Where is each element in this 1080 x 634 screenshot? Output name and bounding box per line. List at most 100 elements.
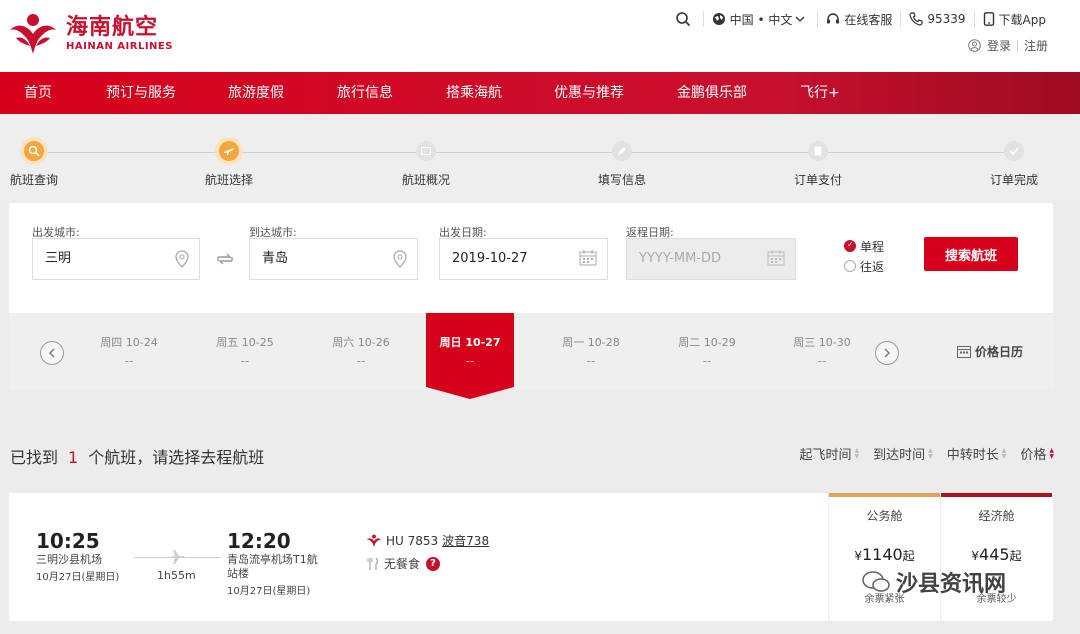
nav-item-offers[interactable]: 优惠与推荐 bbox=[554, 72, 624, 114]
download-app-label: 下载App bbox=[998, 12, 1046, 27]
help-icon[interactable]: ? bbox=[426, 556, 441, 571]
cutlery-icon bbox=[367, 557, 379, 570]
nav-item-fortune-wings-club[interactable]: 金鹏俱乐部 bbox=[677, 72, 747, 114]
plane-step-icon bbox=[219, 141, 239, 161]
trip-type-oneway[interactable]: 单程 bbox=[844, 236, 884, 256]
nav-item-fly-plus[interactable]: 飞行+ bbox=[800, 72, 840, 114]
step-payment: 订单支付 bbox=[778, 141, 858, 188]
depart-date-input[interactable]: 2019-10-27 bbox=[439, 238, 608, 280]
brand-name-en: HAINAN AIRLINES bbox=[66, 41, 173, 52]
step-label: 航班查询 bbox=[9, 173, 58, 187]
result-suffix: 个航班，请选择去程航班 bbox=[88, 448, 265, 467]
business-class-option[interactable]: 公务舱 ¥1140起 余票紧张 bbox=[828, 493, 940, 621]
nav-item-booking[interactable]: 预订与服务 bbox=[106, 72, 176, 114]
date-cell[interactable]: 周五 10-25 -- bbox=[201, 313, 289, 390]
mobile-icon bbox=[983, 12, 994, 26]
price-calendar-link[interactable]: 价格日历 bbox=[957, 343, 1023, 360]
date-label: 周二 10-29 bbox=[678, 336, 736, 349]
date-price: -- bbox=[817, 354, 827, 368]
step-flight-search: 航班查询 bbox=[0, 141, 74, 188]
departure-time: 10:25 bbox=[36, 529, 100, 553]
step-flight-select: 航班选择 bbox=[189, 141, 269, 188]
hotline-link[interactable]: 95339 bbox=[900, 11, 973, 27]
brand-name-cn: 海南航空 bbox=[66, 15, 159, 40]
step-label: 航班选择 bbox=[204, 173, 253, 187]
price-calendar-label: 价格日历 bbox=[975, 345, 1024, 359]
logo[interactable]: 海南航空 HAINAN AIRLINES bbox=[8, 12, 173, 56]
calendar-icon bbox=[579, 250, 597, 266]
chevron-right-icon bbox=[884, 348, 890, 358]
sort-arrows-icon: ▲ ▼ bbox=[854, 446, 860, 460]
trip-type-roundtrip[interactable]: 往返 bbox=[844, 256, 884, 276]
register-link[interactable]: 注册 bbox=[1018, 37, 1054, 54]
flight-number-label: HU 7853 bbox=[386, 533, 439, 548]
radio-unchecked-icon bbox=[844, 260, 856, 272]
from-city-input[interactable]: 三明 bbox=[32, 238, 200, 280]
date-price: -- bbox=[356, 354, 366, 368]
to-city-input[interactable]: 青岛 bbox=[249, 238, 418, 280]
step-label: 航班概况 bbox=[401, 173, 450, 187]
next-dates-button[interactable] bbox=[875, 341, 899, 365]
date-cell[interactable]: 周二 10-29 -- bbox=[663, 313, 751, 390]
search-icon bbox=[675, 12, 690, 27]
hainan-logo-icon bbox=[366, 534, 382, 547]
flight-result-card[interactable]: 10:25 三明沙县机场 10月27日(星期日) 1h55m 12:20 青岛流… bbox=[9, 493, 1053, 621]
chevron-down-icon bbox=[795, 16, 805, 22]
hainan-logo-icon bbox=[10, 14, 56, 54]
step-label: 订单支付 bbox=[793, 173, 842, 187]
date-selector-strip: 周四 10-24 -- 周五 10-25 -- 周六 10-26 -- 周日 1… bbox=[9, 313, 1053, 390]
document-step-icon bbox=[808, 141, 828, 161]
sort-by-price[interactable]: 价格 ▲ ▼ bbox=[1020, 444, 1054, 463]
radio-checked-icon bbox=[844, 240, 856, 252]
to-city-value: 青岛 bbox=[262, 251, 289, 266]
search-toggle[interactable] bbox=[667, 11, 703, 27]
date-price: -- bbox=[240, 354, 250, 368]
date-cell[interactable]: 周四 10-24 -- bbox=[85, 313, 173, 390]
return-date-input[interactable]: YYYY-MM-DD bbox=[626, 238, 796, 280]
nav-item-flying-hainan[interactable]: 搭乘海航 bbox=[446, 72, 502, 114]
header: 海南航空 HAINAN AIRLINES 中国 • 中文 在线客服 95339 … bbox=[0, 0, 1080, 72]
arrival-time: 12:20 bbox=[227, 529, 291, 553]
online-support-link[interactable]: 在线客服 bbox=[817, 11, 900, 27]
date-cell[interactable]: 周六 10-26 -- bbox=[317, 313, 405, 390]
prev-dates-button[interactable] bbox=[40, 341, 64, 365]
date-label: 周六 10-26 bbox=[332, 336, 390, 349]
sort-by-departure[interactable]: 起飞时间 ▲ ▼ bbox=[799, 444, 859, 463]
booking-progress: 航班查询 航班选择 航班概况 填写信息 订单支付 订单完成 bbox=[0, 114, 1080, 200]
from-city-value: 三明 bbox=[45, 251, 72, 266]
online-support-label: 在线客服 bbox=[844, 12, 893, 27]
meal-label: 无餐食 bbox=[384, 557, 421, 571]
cabin-price: ¥445起 bbox=[971, 545, 1022, 564]
user-icon bbox=[968, 39, 981, 52]
search-flights-button[interactable]: 搜索航班 bbox=[924, 237, 1018, 271]
wechat-icon bbox=[862, 571, 890, 592]
depart-date-value: 2019-10-27 bbox=[452, 251, 528, 266]
economy-class-option[interactable]: 经济舱 ¥445起 余票较少 bbox=[940, 493, 1052, 621]
nav-item-holidays[interactable]: 旅游度假 bbox=[228, 72, 284, 114]
location-pin-icon bbox=[393, 250, 407, 268]
download-app-link[interactable]: 下载App bbox=[973, 11, 1054, 27]
arrival-date: 10月27日(星期日) bbox=[227, 586, 311, 597]
date-cell[interactable]: 周一 10-28 -- bbox=[547, 313, 635, 390]
calendar-icon bbox=[767, 250, 785, 266]
progress-line bbox=[34, 152, 1014, 153]
login-link[interactable]: 登录 bbox=[981, 37, 1017, 54]
sort-by-transfer[interactable]: 中转时长 ▲ ▼ bbox=[947, 444, 1007, 463]
nav-item-home[interactable]: 首页 bbox=[24, 72, 52, 114]
aircraft-type-link[interactable]: 波音738 bbox=[442, 532, 489, 549]
region-language-selector[interactable]: 中国 • 中文 bbox=[702, 11, 818, 27]
swap-cities-icon[interactable] bbox=[215, 249, 235, 269]
sort-arrows-icon: ▲ ▼ bbox=[1001, 446, 1007, 460]
date-price: -- bbox=[465, 354, 475, 368]
globe-icon bbox=[712, 13, 725, 25]
watermark: 沙县资讯网 bbox=[862, 566, 1006, 598]
date-cell-selected[interactable]: 周日 10-27 -- bbox=[426, 313, 514, 387]
calendar-icon bbox=[957, 346, 971, 358]
sort-by-arrival[interactable]: 到达时间 ▲ ▼ bbox=[873, 444, 933, 463]
nav-item-travel-info[interactable]: 旅行信息 bbox=[337, 72, 393, 114]
cabin-color-bar bbox=[829, 493, 940, 497]
result-summary: 已找到 1 个航班，请选择去程航班 bbox=[10, 444, 264, 468]
sort-options: 起飞时间 ▲ ▼ 到达时间 ▲ ▼ 中转时长 ▲ ▼ 价格 ▲ ▼ bbox=[785, 444, 1054, 463]
arrival-airport: 青岛流亭机场T1航 站楼 bbox=[227, 553, 318, 581]
date-cell[interactable]: 周三 10-30 -- bbox=[778, 313, 866, 390]
